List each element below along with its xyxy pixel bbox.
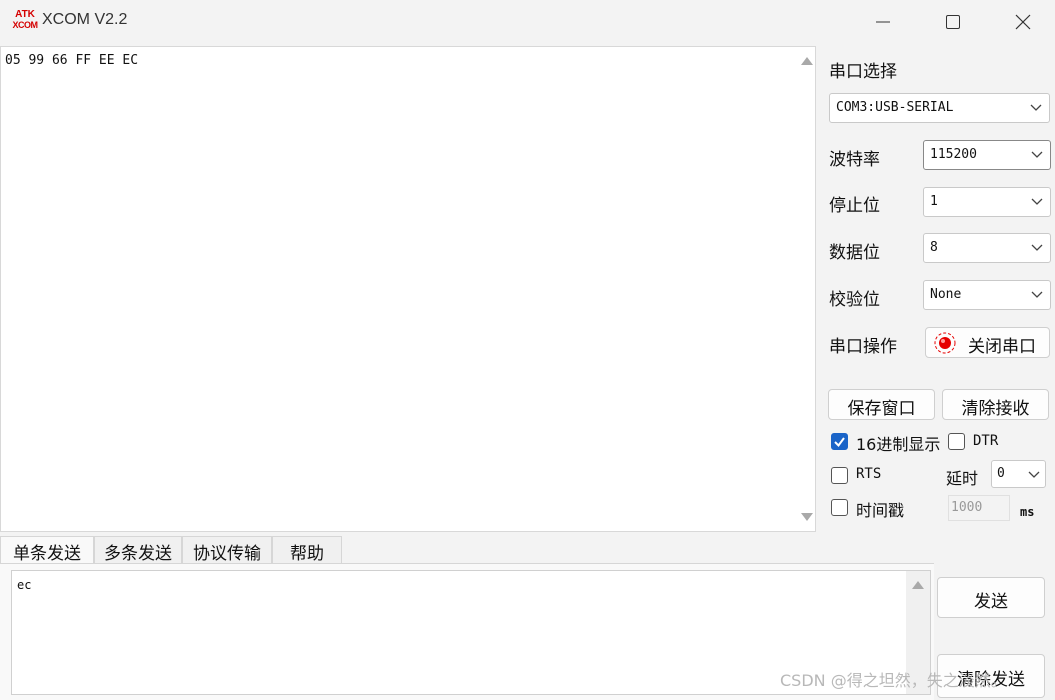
tab-single-send[interactable]: 单条发送	[0, 536, 94, 564]
maximize-button[interactable]	[930, 6, 976, 38]
stop-bits-label: 停止位	[829, 196, 880, 216]
logo-line2: XCOM	[12, 20, 39, 30]
chevron-down-icon	[1031, 151, 1043, 158]
scroll-down-icon[interactable]	[801, 513, 813, 521]
parity-value: None	[930, 287, 962, 302]
receive-area[interactable]: 05 99 66 FF EE EC	[0, 46, 816, 532]
chevron-down-icon	[1030, 104, 1042, 111]
data-bits-label: 数据位	[829, 243, 880, 263]
logo-line1: ATK	[15, 9, 35, 20]
hex-display-checkbox[interactable]	[831, 433, 848, 450]
stop-bits-select[interactable]: 1	[923, 187, 1051, 217]
delay-select[interactable]: 0	[991, 460, 1046, 488]
rts-checkbox[interactable]	[831, 467, 848, 484]
close-port-button[interactable]: 关闭串口	[925, 327, 1050, 358]
delay-value: 0	[997, 466, 1005, 481]
minimize-button[interactable]	[860, 6, 906, 38]
parity-select[interactable]: None	[923, 280, 1051, 310]
stop-bits-value: 1	[930, 194, 938, 209]
timestamp-label: 时间戳	[856, 501, 905, 520]
tab-help[interactable]: 帮助	[272, 536, 342, 564]
send-button[interactable]: 发送	[937, 577, 1045, 618]
save-window-button[interactable]: 保存窗口	[828, 389, 935, 420]
baud-select-value: 115200	[930, 147, 977, 162]
port-select-label: 串口选择	[829, 62, 897, 82]
send-text: ec	[17, 578, 32, 592]
hex-display-label: 16进制显示	[856, 435, 941, 454]
port-select[interactable]: COM3:USB-SERIAL	[829, 93, 1050, 123]
minimize-icon	[876, 21, 890, 23]
chevron-down-icon	[1031, 244, 1043, 251]
tab-protocol-transfer[interactable]: 协议传输	[182, 536, 272, 564]
close-port-label: 关闭串口	[968, 337, 1036, 357]
port-status-icon	[934, 332, 956, 354]
close-icon	[1015, 14, 1031, 30]
chevron-down-icon	[1028, 471, 1040, 478]
app-title: XCOM V2.2	[42, 11, 128, 28]
chevron-down-icon	[1031, 198, 1043, 205]
receive-scrollbar[interactable]	[797, 47, 815, 531]
data-bits-select[interactable]: 8	[923, 233, 1051, 263]
dtr-checkbox[interactable]	[948, 433, 965, 450]
close-button[interactable]	[1000, 6, 1046, 38]
maximize-icon	[946, 15, 960, 29]
receive-text: 05 99 66 FF EE EC	[5, 53, 139, 68]
tab-multi-send[interactable]: 多条发送	[94, 536, 182, 564]
baud-select[interactable]: 115200	[923, 140, 1051, 170]
title-bar: ATK XCOM XCOM V2.2	[0, 0, 1055, 44]
checkmark-icon	[834, 437, 845, 448]
dtr-label: DTR	[973, 433, 999, 449]
parity-label: 校验位	[829, 290, 880, 310]
delay-label: 延时	[946, 469, 979, 488]
scroll-up-icon[interactable]	[801, 57, 813, 65]
clear-receive-button[interactable]: 清除接收	[942, 389, 1049, 420]
timestamp-interval-input[interactable]: 1000	[948, 495, 1010, 521]
chevron-down-icon	[1031, 291, 1043, 298]
data-bits-value: 8	[930, 240, 938, 255]
scroll-up-icon[interactable]	[912, 581, 924, 589]
port-operation-label: 串口操作	[829, 337, 897, 357]
rts-label: RTS	[856, 466, 882, 482]
timestamp-checkbox[interactable]	[831, 499, 848, 516]
ms-unit-label: ms	[1020, 505, 1035, 519]
app-logo-icon: ATK XCOM	[12, 9, 39, 33]
port-select-value: COM3:USB-SERIAL	[836, 100, 954, 115]
baud-label: 波特率	[829, 150, 880, 170]
watermark-text: CSDN @得之坦然，失之淡然。	[780, 671, 1007, 690]
